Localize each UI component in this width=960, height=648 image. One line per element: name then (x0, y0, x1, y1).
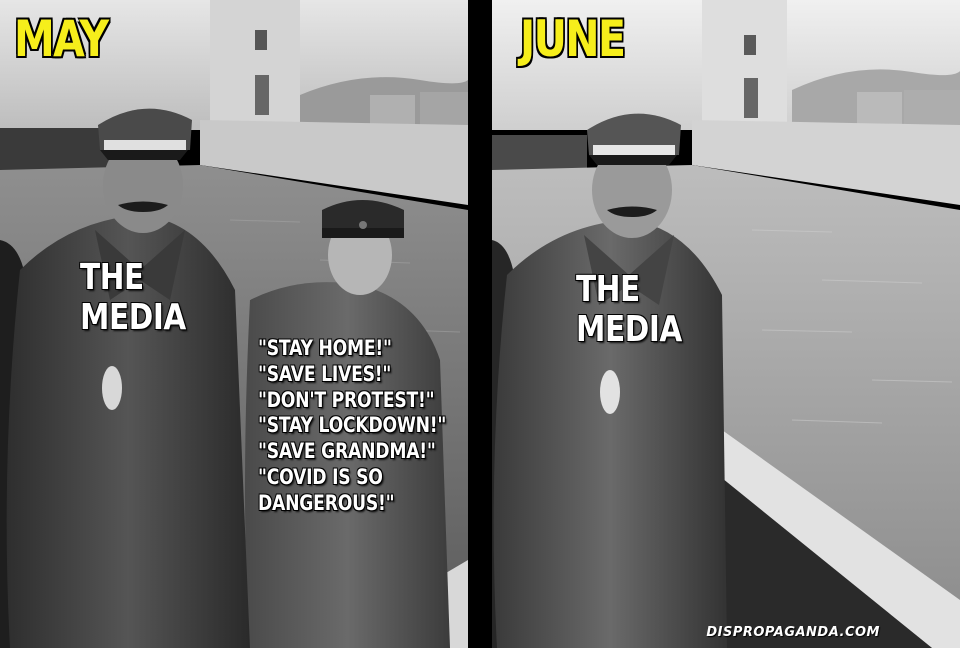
the-media-label-right: THE MEDIA (576, 269, 682, 351)
the-media-line-1: THE (80, 257, 144, 298)
slogan-line: "STAY HOME!" (258, 336, 392, 360)
may-title: MAY (14, 10, 109, 68)
the-media-line-2: MEDIA (80, 297, 186, 339)
the-media-line-2: MEDIA (576, 309, 682, 351)
slogan-line: "STAY LOCKDOWN!" (258, 413, 447, 438)
slogan-line: "SAVE LIVES!" (258, 361, 392, 386)
the-media-label-left: THE MEDIA (80, 257, 186, 339)
site-watermark: DISPROPAGANDA.COM (706, 625, 880, 640)
right-photo (492, 0, 960, 648)
slogan-line: DANGEROUS!" (258, 490, 395, 515)
slogan-line: "COVID IS SO (258, 465, 383, 490)
the-media-line-1: THE (576, 269, 640, 310)
right-photo-panel: JUNE THE MEDIA DISPROPAGANDA.COM (492, 0, 960, 648)
june-title: JUNE (520, 10, 626, 68)
slogan-line: "DON'T PROTEST!" (258, 387, 435, 412)
slogan-line: "SAVE GRANDMA!" (258, 439, 436, 464)
panel-divider (468, 0, 492, 648)
left-photo-panel: MAY THE MEDIA "STAY HOME!" "SAVE LIVES!"… (0, 0, 468, 648)
left-photo (0, 0, 468, 648)
media-slogans-list: "STAY HOME!" "SAVE LIVES!" "DON'T PROTES… (258, 336, 446, 517)
